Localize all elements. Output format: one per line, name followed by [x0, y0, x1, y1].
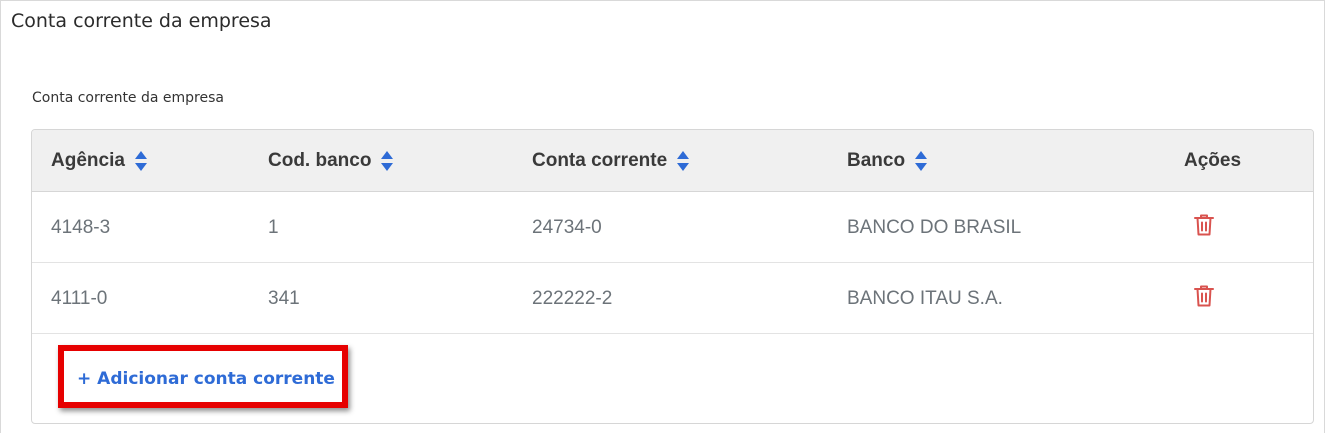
- table-header: Agência Cod. banco Conta corrente Banco …: [32, 130, 1313, 192]
- sort-icon[interactable]: [380, 150, 394, 172]
- sort-icon[interactable]: [134, 150, 148, 172]
- header-banco-label: Banco: [847, 150, 906, 171]
- table-row: 4111-0 341 222222-2 BANCO ITAU S.A.: [32, 263, 1313, 334]
- highlight-annotation: [58, 345, 348, 408]
- cell-conta-corrente: 24734-0: [532, 217, 602, 238]
- panel-title: Conta corrente da empresa: [11, 10, 272, 32]
- cell-cod-banco: 341: [268, 288, 300, 309]
- cell-conta-corrente: 222222-2: [532, 288, 613, 309]
- section-label: Conta corrente da empresa: [32, 90, 224, 106]
- cell-agencia: 4111-0: [51, 288, 108, 309]
- table-row: 4148-3 1 24734-0 BANCO DO BRASIL: [32, 192, 1313, 263]
- sort-icon[interactable]: [914, 150, 928, 172]
- header-conta-corrente[interactable]: Conta corrente: [532, 150, 690, 172]
- header-cod-banco-label: Cod. banco: [268, 150, 372, 171]
- cell-agencia: 4148-3: [51, 217, 111, 238]
- header-agencia-label: Agência: [51, 150, 125, 171]
- header-agencia[interactable]: Agência: [51, 150, 148, 172]
- cell-cod-banco: 1: [268, 217, 279, 238]
- cell-banco: BANCO ITAU S.A.: [847, 288, 1003, 309]
- header-conta-corrente-label: Conta corrente: [532, 150, 668, 171]
- trash-icon[interactable]: [1193, 284, 1215, 308]
- cell-banco: BANCO DO BRASIL: [847, 217, 1022, 238]
- header-acoes: Ações: [1184, 150, 1241, 172]
- trash-icon[interactable]: [1193, 213, 1215, 237]
- header-acoes-label: Ações: [1184, 150, 1242, 171]
- sort-icon[interactable]: [676, 150, 690, 172]
- header-cod-banco[interactable]: Cod. banco: [268, 150, 394, 172]
- header-banco[interactable]: Banco: [847, 150, 928, 172]
